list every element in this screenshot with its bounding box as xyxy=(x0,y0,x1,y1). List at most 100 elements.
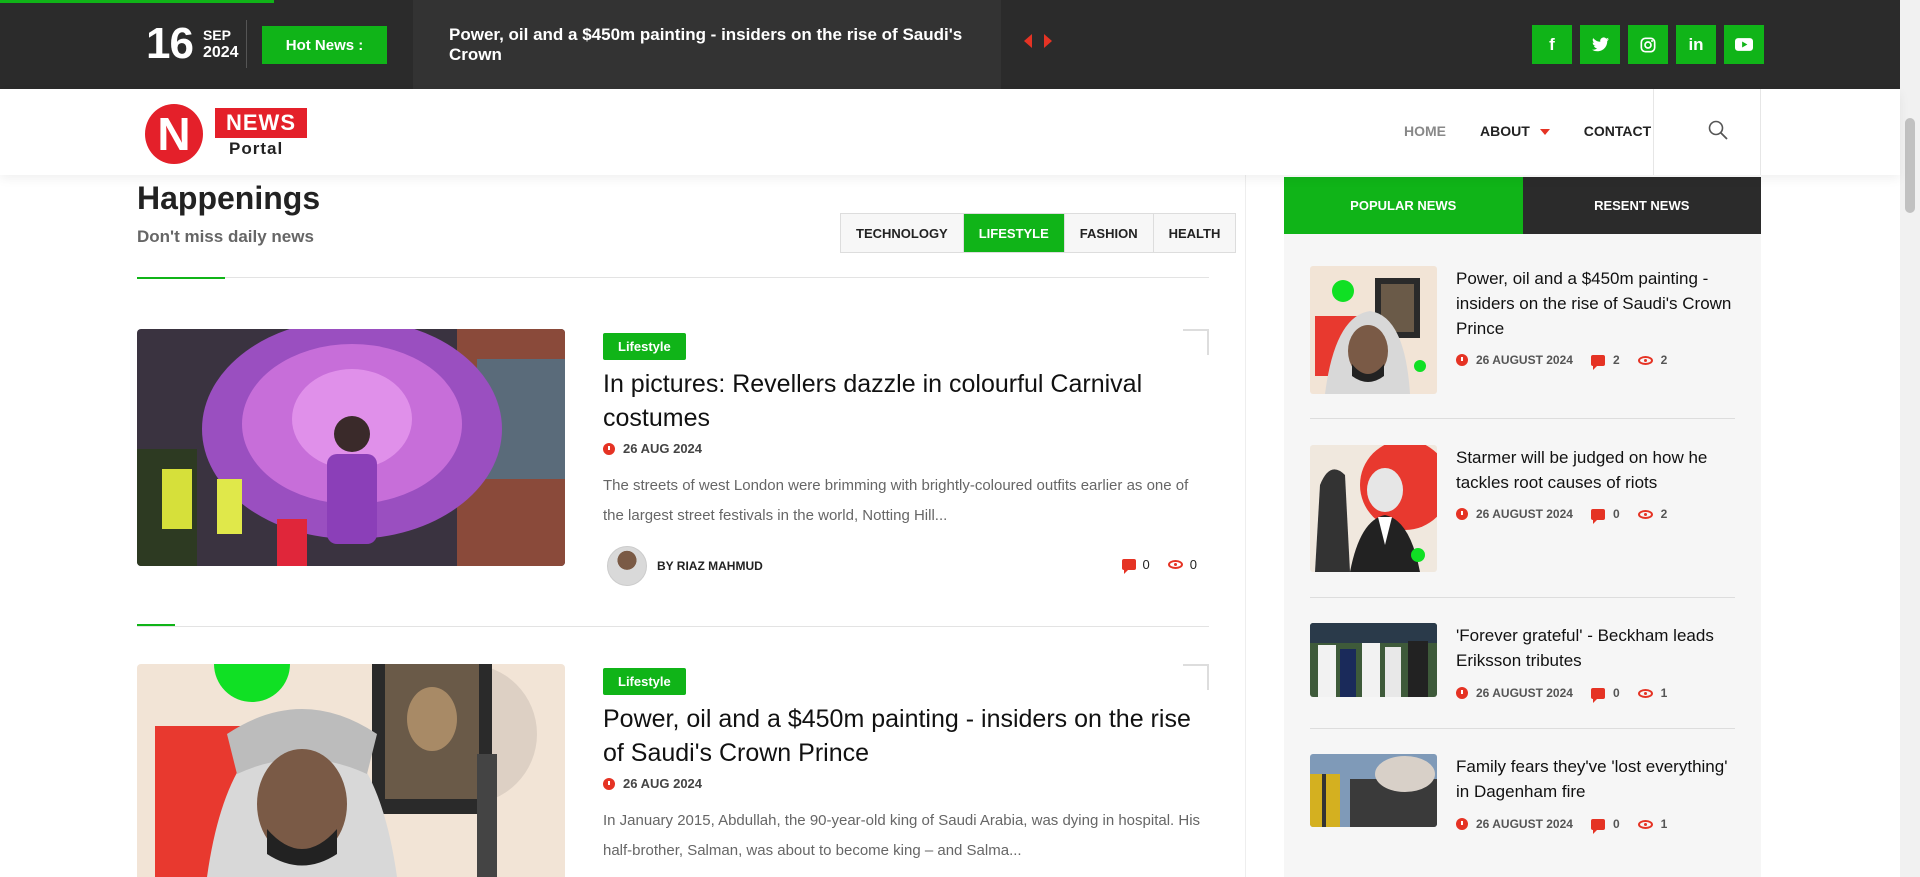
top-bar: 16 SEP 2024 Hot News : Power, oil and a … xyxy=(0,0,1900,89)
article-card: Lifestyle Power, oil and a $450m paintin… xyxy=(137,664,1209,877)
category-tabs: TECHNOLOGY LIFESTYLE FASHION HEALTH xyxy=(840,213,1237,253)
comment-icon xyxy=(1590,687,1605,703)
tab-recent-news[interactable]: RESENT NEWS xyxy=(1522,177,1761,234)
sidebar-item-meta: 26 AUGUST 2024 0 2 xyxy=(1456,507,1667,524)
social-links: f in xyxy=(1532,25,1764,64)
article-excerpt: In January 2015, Abdullah, the 90-year-o… xyxy=(603,812,1201,859)
comment-count: 0 xyxy=(1121,557,1150,574)
tab-popular-news[interactable]: POPULAR NEWS xyxy=(1284,177,1523,234)
sidebar-tabs: POPULAR NEWS RESENT NEWS xyxy=(1284,177,1761,234)
clock-icon xyxy=(1456,354,1468,366)
divider xyxy=(246,20,247,68)
site-logo[interactable]: N NEWS Portal xyxy=(143,101,308,165)
bookmark-corner xyxy=(1183,664,1209,690)
tab-lifestyle[interactable]: LIFESTYLE xyxy=(963,214,1065,252)
search-icon[interactable] xyxy=(1708,120,1728,140)
sidebar-item-title[interactable]: Family fears they've 'lost everything' i… xyxy=(1456,754,1741,804)
date-display: 16 SEP 2024 xyxy=(146,22,239,66)
tab-health[interactable]: HEALTH xyxy=(1154,214,1236,252)
article-author[interactable]: BY RIAZ MAHMUD xyxy=(607,546,763,586)
scrollbar-thumb[interactable] xyxy=(1905,118,1915,213)
divider xyxy=(137,626,1209,627)
article-image[interactable] xyxy=(137,664,565,877)
clock-icon xyxy=(603,777,615,790)
article-date: 26 AUG 2024 xyxy=(603,441,702,456)
chevron-left-icon[interactable] xyxy=(1024,34,1032,48)
article-title[interactable]: In pictures: Revellers dazzle in colourf… xyxy=(603,367,1203,435)
scrollbar[interactable] xyxy=(1900,0,1920,877)
eye-icon xyxy=(1637,819,1653,829)
sidebar-item-title[interactable]: 'Forever grateful' - Beckham leads Eriks… xyxy=(1456,623,1741,673)
ticker-progress xyxy=(0,0,274,3)
sidebar-item-title[interactable]: Power, oil and a $450m painting - inside… xyxy=(1456,266,1741,341)
logo-word-portal: Portal xyxy=(229,139,284,158)
youtube-icon[interactable] xyxy=(1724,25,1764,64)
instagram-icon[interactable] xyxy=(1628,25,1668,64)
clock-icon xyxy=(1456,818,1468,830)
bookmark-corner xyxy=(1183,329,1209,355)
divider xyxy=(1310,728,1735,729)
eye-icon xyxy=(1637,355,1653,365)
ticker-nav xyxy=(1024,34,1052,48)
linkedin-icon[interactable]: in xyxy=(1676,25,1716,64)
hot-news-label: Hot News : xyxy=(262,26,387,64)
article-image[interactable] xyxy=(137,329,565,566)
article-card: Lifestyle In pictures: Revellers dazzle … xyxy=(137,329,1209,589)
logo-word-news: NEWS xyxy=(215,108,307,138)
section-title: Happenings xyxy=(137,180,321,216)
view-count: 0 xyxy=(1167,557,1197,572)
facebook-icon[interactable]: f xyxy=(1532,25,1572,64)
ticker-headline[interactable]: Power, oil and a $450m painting - inside… xyxy=(449,25,1001,65)
sidebar-thumb[interactable] xyxy=(1310,623,1437,697)
avatar xyxy=(607,546,647,586)
article-title[interactable]: Power, oil and a $450m painting - inside… xyxy=(603,702,1203,770)
eye-icon xyxy=(1167,560,1183,569)
logo-mark: N xyxy=(145,104,203,164)
sidebar-thumb[interactable] xyxy=(1310,445,1437,572)
nav-about[interactable]: ABOUT xyxy=(1480,123,1550,139)
eye-icon xyxy=(1637,688,1653,698)
divider xyxy=(137,277,1209,278)
comment-icon xyxy=(1590,818,1605,834)
section-header: Happenings Don't miss daily news xyxy=(137,180,320,247)
divider xyxy=(1310,597,1735,598)
comment-icon xyxy=(1590,508,1605,524)
news-ticker[interactable]: Power, oil and a $450m painting - inside… xyxy=(413,0,1001,89)
article-date: 26 AUG 2024 xyxy=(603,776,702,791)
divider xyxy=(1760,89,1761,175)
sidebar-item-meta: 26 AUGUST 2024 0 1 xyxy=(1456,817,1667,834)
article-excerpt: The streets of west London were brimming… xyxy=(603,477,1189,524)
divider-accent xyxy=(137,277,225,279)
nav-home[interactable]: HOME xyxy=(1404,123,1446,139)
sidebar-item-title[interactable]: Starmer will be judged on how he tackles… xyxy=(1456,445,1741,495)
sidebar-item-meta: 26 AUGUST 2024 0 1 xyxy=(1456,686,1667,703)
caret-down-icon xyxy=(1539,129,1550,136)
divider-accent xyxy=(137,624,175,626)
twitter-icon[interactable] xyxy=(1580,25,1620,64)
comment-icon xyxy=(1590,354,1605,370)
clock-icon xyxy=(1456,687,1468,699)
tab-technology[interactable]: TECHNOLOGY xyxy=(841,214,964,252)
divider xyxy=(1653,89,1654,175)
nav-contact[interactable]: CONTACT xyxy=(1584,123,1651,139)
category-badge[interactable]: Lifestyle xyxy=(603,668,686,695)
eye-icon xyxy=(1637,509,1653,519)
site-header: N NEWS Portal HOME ABOUT CONTACT xyxy=(0,89,1900,175)
sidebar-item-meta: 26 AUGUST 2024 2 2 xyxy=(1456,353,1667,370)
comment-icon xyxy=(1121,559,1136,574)
date-year: 2024 xyxy=(202,44,239,61)
clock-icon xyxy=(1456,508,1468,520)
tab-fashion[interactable]: FASHION xyxy=(1065,214,1154,252)
main-nav: HOME ABOUT CONTACT xyxy=(1404,123,1651,139)
chevron-right-icon[interactable] xyxy=(1044,34,1052,48)
category-badge[interactable]: Lifestyle xyxy=(603,333,686,360)
column-divider xyxy=(1245,175,1246,877)
sidebar-thumb[interactable] xyxy=(1310,754,1437,827)
sidebar-thumb[interactable] xyxy=(1310,266,1437,394)
date-month: SEP xyxy=(202,27,231,43)
article-stats: 0 0 xyxy=(1121,557,1197,574)
date-day: 16 xyxy=(146,19,194,68)
section-subtitle: Don't miss daily news xyxy=(137,227,314,246)
clock-icon xyxy=(603,442,615,455)
divider xyxy=(1310,418,1735,419)
